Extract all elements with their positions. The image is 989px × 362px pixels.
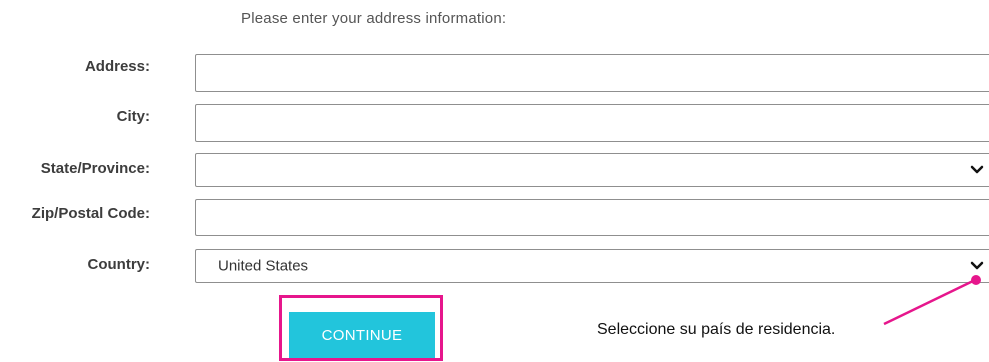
state-select[interactable] xyxy=(195,153,989,187)
country-label: Country: xyxy=(87,256,151,273)
chevron-down-icon xyxy=(970,165,984,174)
zip-label: Zip/Postal Code: xyxy=(31,205,150,222)
callout-text: Seleccione su país de residencia. xyxy=(597,321,836,338)
continue-button[interactable]: CONTINUE xyxy=(289,312,435,358)
country-selected-value: United States xyxy=(218,257,309,275)
zip-input[interactable] xyxy=(195,199,989,236)
address-input[interactable] xyxy=(195,54,989,92)
city-input[interactable] xyxy=(195,104,989,142)
address-label: Address: xyxy=(84,58,150,75)
state-label: State/Province: xyxy=(40,160,150,177)
callout-line xyxy=(883,279,974,326)
form-intro-text: Please enter your address information: xyxy=(241,10,507,27)
city-label: City: xyxy=(116,108,150,125)
chevron-down-icon xyxy=(970,261,984,270)
country-select[interactable]: United States xyxy=(195,249,989,283)
